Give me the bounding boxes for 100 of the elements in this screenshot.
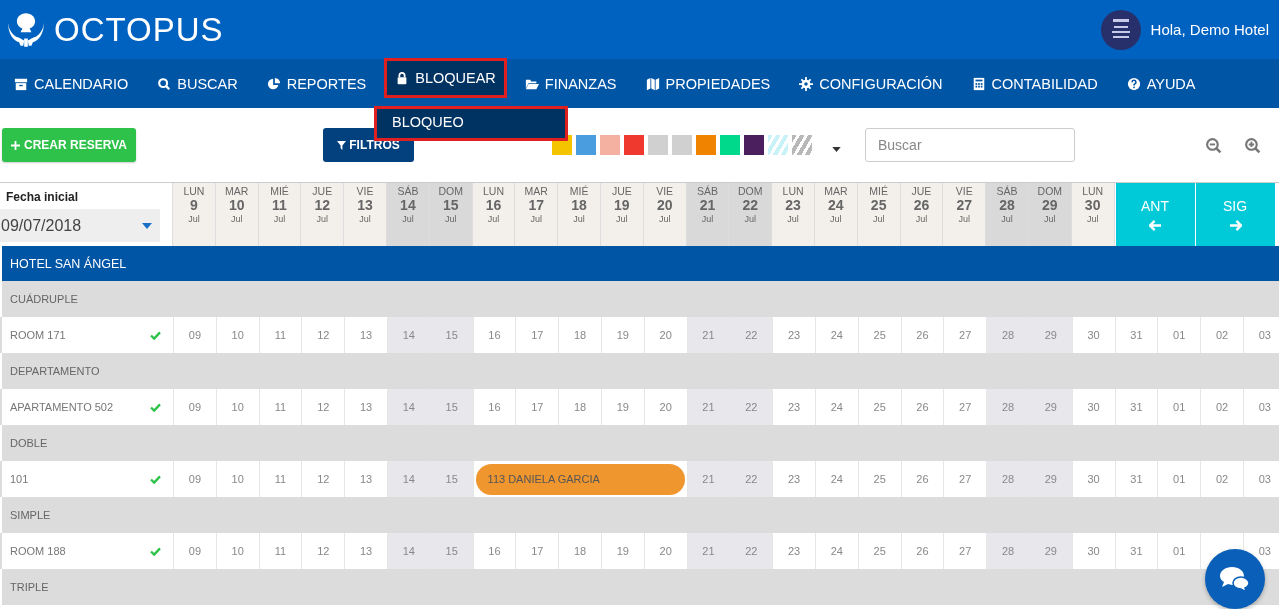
nav-tab[interactable]: CONTABILIDAD bbox=[960, 59, 1109, 108]
date-cell[interactable]: 20 bbox=[643, 389, 687, 425]
date-cell[interactable]: 03 bbox=[1242, 389, 1279, 425]
date-cell[interactable]: 22 bbox=[729, 461, 773, 497]
striped-swatch[interactable] bbox=[768, 135, 788, 155]
date-cell[interactable]: 27 bbox=[943, 317, 987, 353]
nav-tab[interactable]: REPORTES bbox=[255, 59, 378, 108]
date-cell[interactable]: 19 bbox=[600, 317, 644, 353]
date-cell[interactable]: 19 bbox=[600, 389, 644, 425]
date-cell[interactable]: 15 bbox=[429, 533, 473, 569]
date-cell[interactable]: 02 bbox=[1200, 461, 1243, 497]
zoom-in-icon[interactable] bbox=[1244, 136, 1261, 154]
date-cell[interactable]: 29 bbox=[1028, 461, 1072, 497]
date-cell[interactable]: 29 bbox=[1028, 389, 1072, 425]
date-cell[interactable]: 31 bbox=[1114, 461, 1158, 497]
date-cell[interactable]: 12 bbox=[301, 461, 345, 497]
date-cell[interactable]: 13 bbox=[344, 317, 387, 353]
date-cell[interactable]: 18 bbox=[558, 317, 601, 353]
date-cell[interactable]: 30 bbox=[1071, 317, 1115, 353]
date-cell[interactable]: 27 bbox=[943, 533, 987, 569]
date-cell[interactable]: 20 bbox=[643, 533, 687, 569]
date-cell[interactable]: 10 bbox=[215, 533, 259, 569]
date-cell[interactable]: 17 bbox=[515, 389, 559, 425]
previous-button[interactable]: ANT bbox=[1114, 183, 1195, 246]
date-cell[interactable]: 14 bbox=[387, 389, 430, 425]
date-cell[interactable]: 23 bbox=[772, 461, 815, 497]
date-cell[interactable]: 24 bbox=[814, 533, 858, 569]
date-cell[interactable]: 02 bbox=[1200, 389, 1243, 425]
date-cell[interactable]: 09 bbox=[173, 389, 216, 425]
start-date-select[interactable]: 09/07/2018 bbox=[0, 209, 160, 242]
date-cell[interactable]: 18 bbox=[558, 533, 601, 569]
date-cell[interactable]: 21 bbox=[686, 533, 730, 569]
date-cell[interactable]: 26 bbox=[900, 389, 944, 425]
zoom-out-icon[interactable] bbox=[1205, 136, 1222, 154]
date-cell[interactable]: 30 bbox=[1071, 389, 1115, 425]
date-cell[interactable]: 16 bbox=[472, 389, 516, 425]
date-cell[interactable]: 25 bbox=[857, 533, 901, 569]
color-swatch[interactable] bbox=[576, 135, 596, 155]
date-cell[interactable]: 28 bbox=[986, 533, 1029, 569]
date-cell[interactable]: 17 bbox=[515, 317, 559, 353]
next-button[interactable]: SIG bbox=[1194, 183, 1275, 246]
date-cell[interactable]: 03 bbox=[1242, 461, 1279, 497]
date-cell[interactable]: 10 bbox=[215, 317, 259, 353]
date-cell[interactable]: 23 bbox=[772, 389, 815, 425]
date-cell[interactable]: 31 bbox=[1114, 389, 1158, 425]
date-cell[interactable]: 12 bbox=[301, 389, 345, 425]
date-cell[interactable]: 15 bbox=[429, 389, 473, 425]
date-cell[interactable]: 10 bbox=[215, 461, 259, 497]
caret-icon[interactable] bbox=[832, 146, 841, 152]
striped-swatch[interactable] bbox=[792, 135, 812, 155]
color-swatch[interactable] bbox=[744, 135, 764, 155]
color-swatch[interactable] bbox=[600, 135, 620, 155]
date-cell[interactable]: 30 bbox=[1071, 533, 1115, 569]
date-cell[interactable]: 23 bbox=[772, 317, 815, 353]
color-swatch[interactable] bbox=[672, 135, 692, 155]
nav-tab[interactable]: AYUDA bbox=[1115, 59, 1207, 108]
date-cell[interactable]: 14 bbox=[387, 317, 430, 353]
date-cell[interactable]: 17 bbox=[515, 533, 559, 569]
date-cell[interactable]: 28 bbox=[986, 389, 1029, 425]
date-cell[interactable]: 11 bbox=[258, 461, 302, 497]
date-cell[interactable]: 19 bbox=[600, 533, 644, 569]
nav-tab[interactable]: BUSCAR bbox=[146, 59, 249, 108]
nav-tab[interactable]: FINANZAS bbox=[513, 59, 628, 108]
date-cell[interactable]: 10 bbox=[215, 389, 259, 425]
date-cell[interactable]: 21 bbox=[686, 389, 730, 425]
date-cell[interactable]: 22 bbox=[729, 317, 773, 353]
date-cell[interactable]: 24 bbox=[814, 317, 858, 353]
date-cell[interactable]: 20 bbox=[643, 317, 687, 353]
date-cell[interactable]: 29 bbox=[1028, 317, 1072, 353]
date-cell[interactable]: 23 bbox=[772, 533, 815, 569]
date-cell[interactable]: 01 bbox=[1157, 461, 1201, 497]
date-cell[interactable]: 09 bbox=[173, 317, 216, 353]
date-cell[interactable]: 26 bbox=[900, 317, 944, 353]
date-cell[interactable]: 09 bbox=[173, 461, 216, 497]
date-cell[interactable]: 11 bbox=[258, 317, 302, 353]
date-cell[interactable]: 11 bbox=[258, 533, 302, 569]
date-cell[interactable]: 03 bbox=[1242, 317, 1279, 353]
color-swatch[interactable] bbox=[624, 135, 644, 155]
date-cell[interactable]: 14 bbox=[387, 461, 430, 497]
date-cell[interactable]: 26 bbox=[900, 533, 944, 569]
nav-tab[interactable]: PROPIEDADES bbox=[634, 59, 782, 108]
color-swatch[interactable] bbox=[720, 135, 740, 155]
date-cell[interactable]: 21 bbox=[686, 461, 730, 497]
date-cell[interactable]: 25 bbox=[857, 317, 901, 353]
date-cell[interactable]: 24 bbox=[814, 461, 858, 497]
search-field[interactable]: Buscar bbox=[865, 128, 1075, 162]
date-cell[interactable]: 22 bbox=[729, 389, 773, 425]
color-swatch[interactable] bbox=[648, 135, 668, 155]
date-cell[interactable]: 25 bbox=[857, 461, 901, 497]
date-cell[interactable]: 13 bbox=[344, 461, 387, 497]
date-cell[interactable]: 15 bbox=[429, 317, 473, 353]
date-cell[interactable]: 28 bbox=[986, 461, 1029, 497]
date-cell[interactable]: 22 bbox=[729, 533, 773, 569]
color-swatch[interactable] bbox=[696, 135, 716, 155]
date-cell[interactable]: 13 bbox=[344, 533, 387, 569]
user-greeting[interactable]: Hola, Demo Hotel bbox=[1150, 21, 1269, 38]
date-cell[interactable]: 26 bbox=[900, 461, 944, 497]
booking-bar[interactable]: 113 DANIELA GARCIA bbox=[475, 463, 685, 495]
date-cell[interactable]: 18 bbox=[558, 389, 601, 425]
nav-tab[interactable]: CONFIGURACIÓN bbox=[788, 59, 954, 108]
